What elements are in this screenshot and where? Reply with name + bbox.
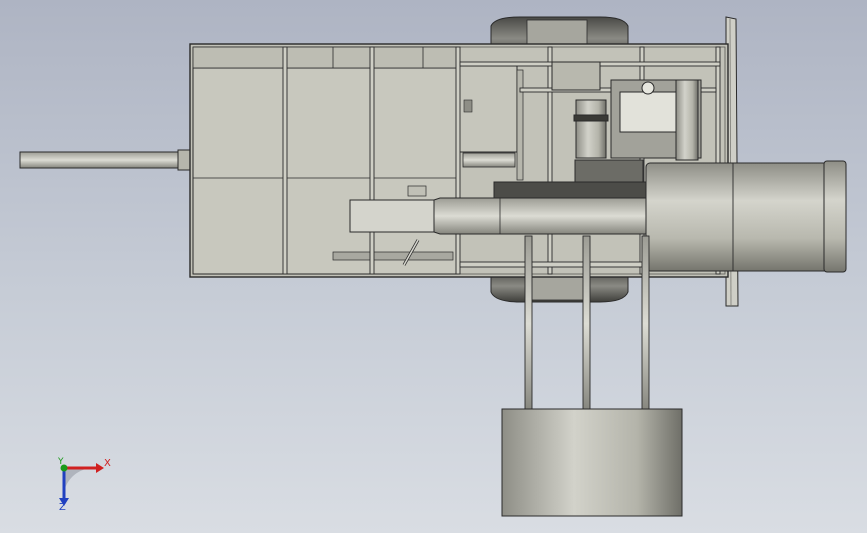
fan-drum-lower[interactable] <box>501 408 683 517</box>
triad-z-label: Z <box>59 502 66 513</box>
view-triad <box>59 463 104 506</box>
triad-x-label: X <box>104 458 111 469</box>
junction-box[interactable] <box>458 65 524 181</box>
graphics-viewport[interactable]: X Y Z <box>0 0 867 533</box>
triad-y-label: Y <box>58 457 64 467</box>
cad-model-top-view[interactable] <box>0 0 867 533</box>
input-shaft[interactable] <box>19 149 191 171</box>
fan-drum-horizontal[interactable] <box>645 160 847 273</box>
